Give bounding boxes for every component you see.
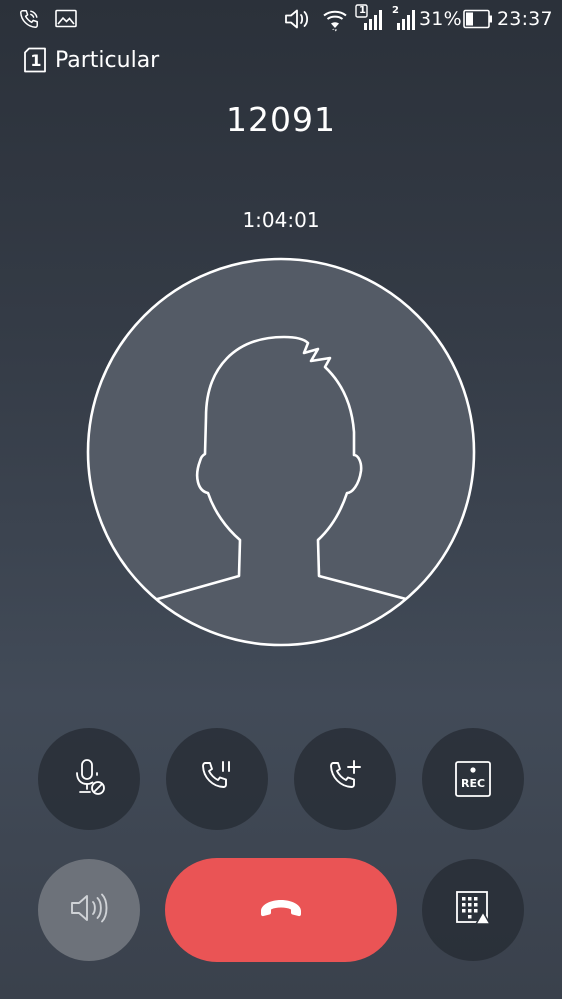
add-call-icon (327, 759, 363, 799)
record-label: REC (460, 777, 486, 790)
caller-number: 12091 (226, 100, 336, 139)
sim2-badge: 2 (392, 5, 399, 16)
add-call-button[interactable] (294, 728, 396, 830)
hold-call-icon (199, 759, 235, 799)
speaker-button[interactable] (38, 859, 140, 961)
mute-mic-icon (72, 758, 106, 800)
dialpad-icon (456, 891, 492, 929)
sim-badge-number: 1 (30, 51, 42, 70)
contact-avatar (86, 257, 476, 647)
end-call-button[interactable] (165, 858, 397, 962)
gallery-icon (55, 9, 77, 32)
speaker-icon (69, 891, 109, 929)
battery-icon (463, 9, 493, 33)
wifi-icon (321, 6, 349, 36)
signal-sim1-icon: 1 (355, 4, 383, 36)
volume-icon (284, 7, 312, 35)
dialpad-button[interactable] (422, 859, 524, 961)
sim-card-icon: 1 (23, 47, 47, 73)
sim-indicator: 1 Particular (23, 44, 159, 76)
sim-label: Particular (55, 47, 160, 73)
status-bar: 1 2 31% 23:37 (0, 0, 562, 40)
signal-sim2-icon: 2 (388, 4, 416, 36)
person-silhouette-icon (86, 257, 476, 647)
battery-percent: 31% (419, 8, 462, 30)
phone-call-icon (18, 8, 40, 34)
hold-call-button[interactable] (166, 728, 268, 830)
call-duration: 1:04:01 (242, 208, 320, 232)
sim1-badge: 1 (359, 5, 366, 16)
record-button[interactable]: REC (422, 728, 524, 830)
record-icon: REC (455, 761, 491, 797)
status-time: 23:37 (497, 8, 553, 30)
mute-button[interactable] (38, 728, 140, 830)
end-call-icon (258, 897, 304, 923)
